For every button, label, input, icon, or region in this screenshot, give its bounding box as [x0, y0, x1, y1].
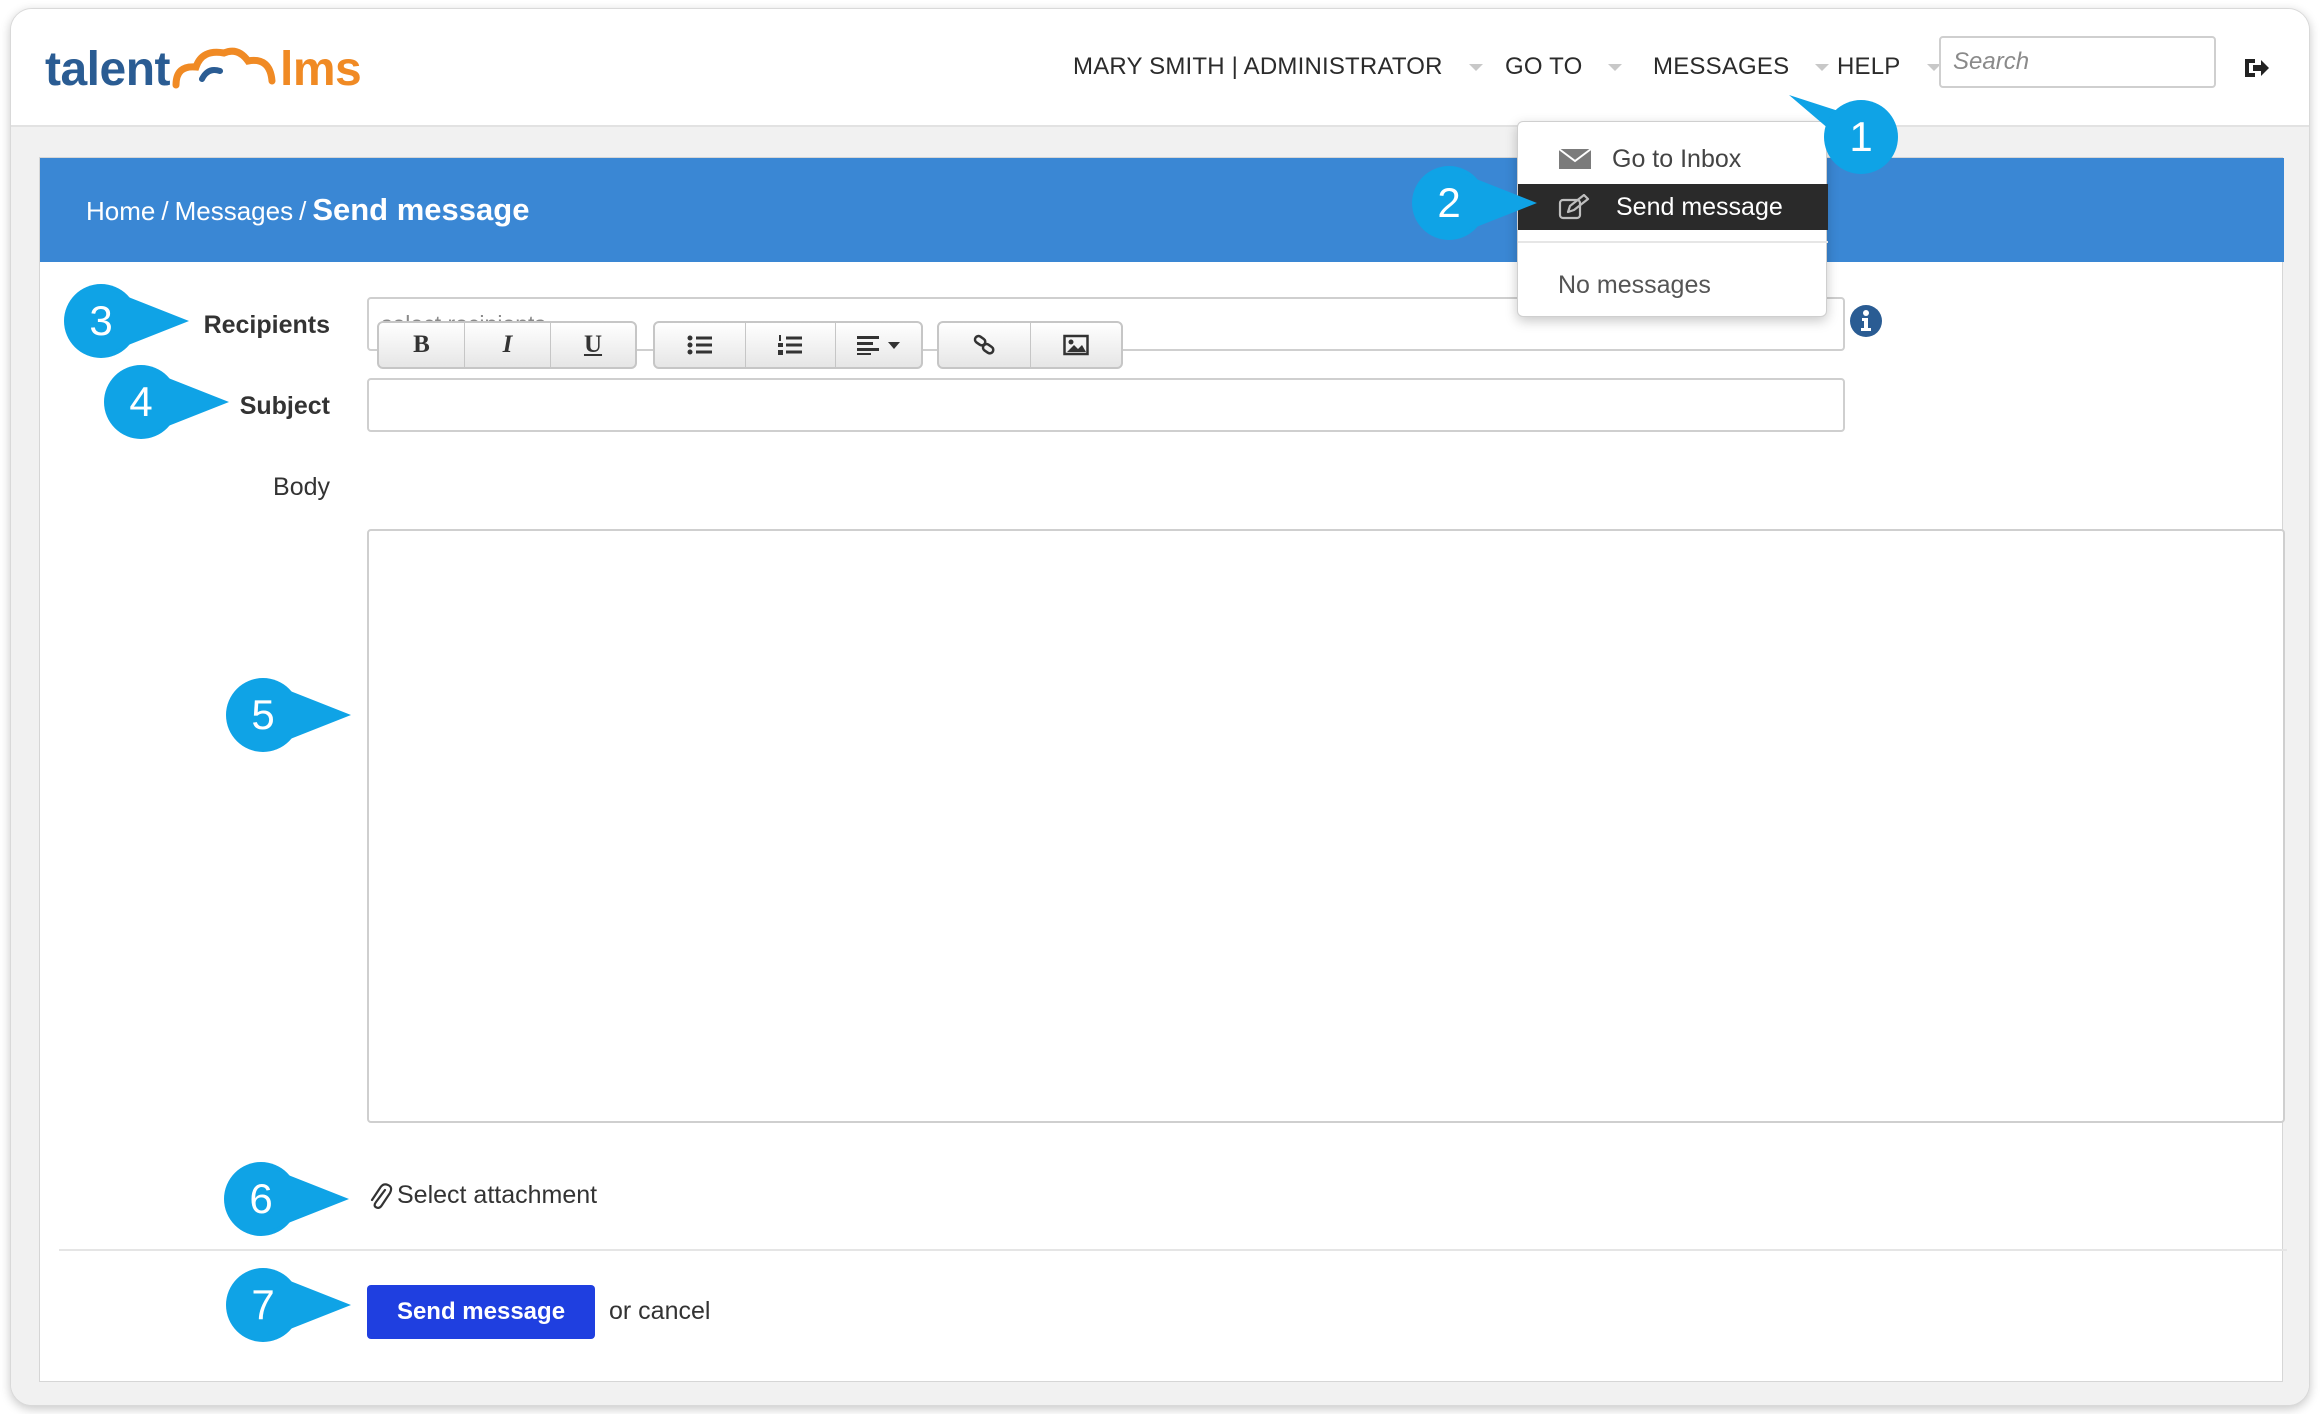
underline-icon: U: [583, 331, 603, 358]
callout-marker-6: 6: [224, 1162, 349, 1236]
numbered-list-icon: [778, 335, 803, 355]
image-icon: [1063, 334, 1089, 356]
callout-number: 1: [1849, 113, 1872, 160]
logo-text-talent: talent: [45, 42, 171, 96]
send-message-button[interactable]: Send message: [367, 1285, 595, 1339]
page-title: Send message: [312, 192, 530, 227]
callout-marker-3: 3: [64, 284, 189, 358]
logout-icon[interactable]: [2241, 53, 2271, 83]
chevron-down-icon: [1608, 63, 1623, 71]
align-dropdown-button[interactable]: [836, 323, 921, 367]
callout-number: 4: [129, 378, 152, 425]
goto-menu-label: GO TO: [1505, 53, 1583, 80]
panel-header: Home / Messages / Send message: [40, 158, 2284, 262]
callout-marker-4: 4: [104, 365, 229, 439]
user-menu-label: MARY SMITH | ADMINISTRATOR: [1073, 53, 1443, 80]
bold-icon: B: [413, 331, 430, 358]
menu-item-send-message[interactable]: Send message: [1518, 184, 1828, 230]
callout-number: 6: [249, 1175, 272, 1222]
search-input[interactable]: [1939, 36, 2216, 88]
link-icon: [973, 334, 995, 355]
body-label: Body: [273, 473, 330, 501]
chevron-down-icon: [1815, 63, 1830, 71]
breadcrumb-messages[interactable]: Messages: [175, 196, 294, 227]
app-window: talent lms MARY SMITH | ADMINISTRATOR GO…: [10, 8, 2310, 1406]
goto-menu[interactable]: GO TO: [1505, 53, 1623, 81]
image-button[interactable]: [1031, 323, 1121, 367]
underline-button[interactable]: U: [551, 323, 635, 367]
menu-divider: [1518, 241, 1828, 243]
breadcrumb-home[interactable]: Home: [86, 196, 155, 227]
callout-number: 7: [251, 1281, 274, 1328]
recipients-label: Recipients: [203, 311, 330, 339]
cloud-icon: [172, 47, 276, 89]
messages-menu-label: MESSAGES: [1653, 53, 1790, 80]
bulleted-list-icon: [687, 335, 712, 355]
form-divider: [59, 1249, 2287, 1251]
numbered-list-button[interactable]: [746, 323, 837, 367]
user-menu[interactable]: MARY SMITH | ADMINISTRATOR: [1073, 53, 1483, 81]
messages-menu[interactable]: MESSAGES: [1653, 53, 1830, 81]
help-menu-label: HELP: [1837, 53, 1901, 80]
menu-item-label: Send message: [1616, 192, 1783, 221]
callout-marker-1: 1: [1789, 95, 1898, 174]
envelope-icon: [1558, 148, 1592, 169]
callout-number: 3: [89, 297, 112, 344]
menu-empty-label: No messages: [1558, 270, 1711, 299]
breadcrumb-separator: /: [299, 196, 307, 226]
paperclip-icon: [370, 1182, 393, 1209]
breadcrumb: Home / Messages / Send message: [86, 192, 529, 228]
menu-item-label: Go to Inbox: [1612, 144, 1742, 173]
subject-input[interactable]: [367, 378, 1845, 432]
info-icon[interactable]: [1849, 304, 1883, 338]
help-menu[interactable]: HELP: [1837, 53, 1941, 81]
select-attachment-link[interactable]: Select attachment: [367, 1181, 597, 1210]
italic-icon: I: [502, 331, 513, 358]
callout-marker-2: 2: [1412, 166, 1537, 240]
callout-number: 5: [251, 691, 274, 738]
no-messages-text: No messages: [1518, 262, 1828, 308]
italic-button[interactable]: I: [465, 323, 551, 367]
logo-text-lms: lms: [280, 42, 362, 96]
talentlms-logo[interactable]: talent lms: [45, 39, 362, 99]
link-button[interactable]: [939, 323, 1031, 367]
chevron-down-icon: [1468, 63, 1483, 71]
breadcrumb-separator: /: [161, 196, 169, 226]
callout-marker-5: 5: [226, 678, 351, 752]
select-attachment-label: Select attachment: [397, 1181, 598, 1209]
insert-group: [937, 321, 1123, 369]
edit-icon: [1558, 194, 1590, 220]
bulleted-list-button[interactable]: [655, 323, 746, 367]
cancel-link[interactable]: or cancel: [609, 1297, 710, 1326]
callout-number: 2: [1437, 179, 1460, 226]
text-format-group: B I U: [377, 321, 637, 369]
align-dropdown-icon: [856, 336, 900, 355]
message-body-editor[interactable]: [367, 529, 2285, 1123]
callout-marker-7: 7: [226, 1268, 351, 1342]
list-format-group: [653, 321, 923, 369]
bold-button[interactable]: B: [379, 323, 465, 367]
